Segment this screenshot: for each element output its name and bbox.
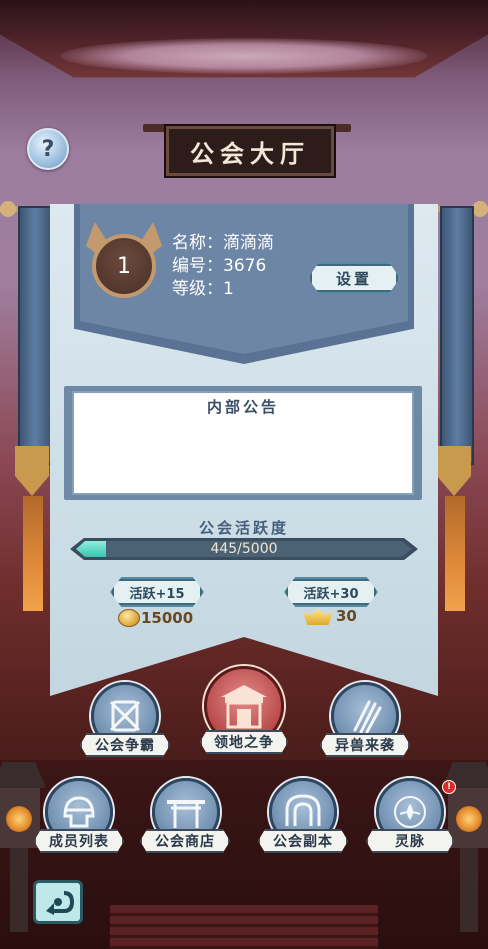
back-button[interactable]	[33, 880, 83, 924]
guild-info: 名称：滴滴滴 编号：3676 等级：1	[172, 232, 274, 301]
notice-title: 内部公告	[206, 398, 279, 416]
reward-chest-2[interactable]: 活跃+30	[284, 577, 378, 607]
gold-coin-icon	[118, 609, 140, 627]
guild-dungeon-label: 公会副本	[258, 829, 348, 853]
guild-name: 名称：滴滴滴	[172, 233, 274, 253]
territory-war-label: 领地之争	[200, 730, 288, 754]
spirit-vein-icon	[394, 796, 426, 828]
guild-level-number: 1	[117, 253, 131, 279]
settings-label: 设置	[335, 269, 372, 288]
spirit-vein-label: 灵脉	[366, 829, 454, 853]
title-board: 公会大厅	[166, 126, 334, 176]
palace-gate-icon	[221, 685, 267, 729]
right-banner	[437, 206, 474, 616]
activity-title: 公会活跃度	[198, 519, 289, 537]
settings-button[interactable]: 设置	[308, 262, 400, 294]
hall-steps	[110, 905, 378, 949]
crossed-swords-shield-icon	[109, 700, 141, 732]
helmet-icon	[63, 796, 95, 828]
shop-gate-icon	[167, 800, 205, 828]
reward-tag-2: 活跃+30	[303, 586, 359, 602]
page-title: 公会大厅	[190, 138, 310, 168]
help-button[interactable]: ?	[27, 128, 69, 170]
reward-chest-1[interactable]: 活跃+15	[110, 577, 204, 607]
return-arrow-icon	[46, 891, 74, 915]
guild-battle-label: 公会争霸	[80, 733, 170, 757]
question-icon: ?	[41, 136, 55, 162]
reward-tag-1: 活跃+15	[129, 586, 185, 602]
guild-level-badge: 1	[82, 222, 166, 306]
beast-attack-label: 异兽来袭	[320, 733, 410, 757]
ceiling-lamp	[60, 38, 428, 74]
guild-shop-label: 公会商店	[140, 829, 230, 853]
guild-grade: 等级：1	[172, 279, 234, 299]
reward-amount-1: 15000	[141, 609, 194, 627]
reward-amount-2: 30	[336, 607, 357, 625]
guild-id: 编号：3676	[172, 256, 267, 276]
left-banner	[15, 206, 52, 616]
activity-progress-text: 445/5000	[210, 541, 278, 557]
dungeon-door-icon	[285, 794, 321, 826]
member-list-label: 成员列表	[34, 829, 124, 853]
claw-marks-icon	[353, 700, 382, 734]
spirit-vein-alert-badge: !	[442, 780, 456, 794]
